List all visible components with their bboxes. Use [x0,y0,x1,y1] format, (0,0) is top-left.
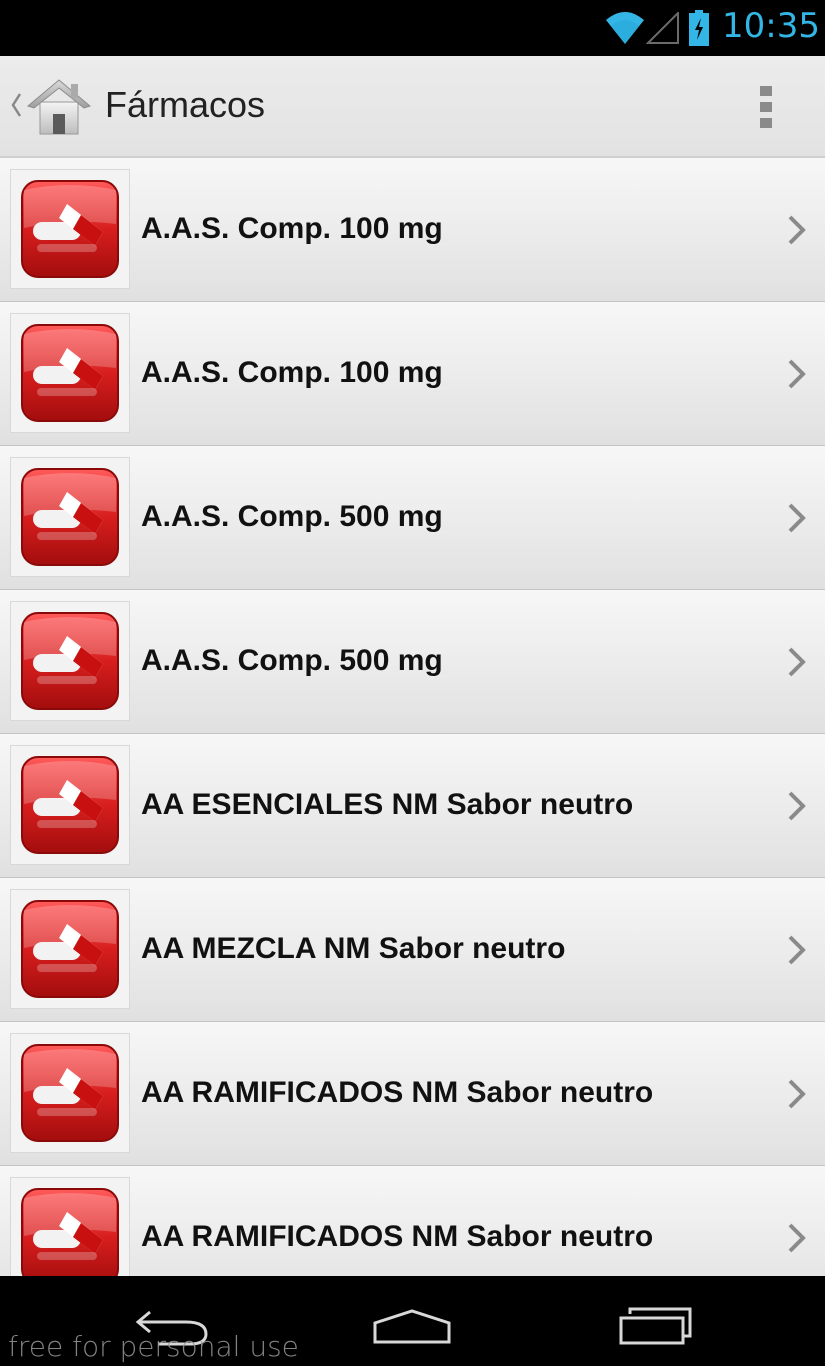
chevron-right-icon [786,214,808,251]
page-title: Fármacos [105,84,266,125]
chevron-right-icon [786,1078,808,1115]
list-item[interactable]: A.A.S. Comp. 500 mg [0,590,825,734]
drug-list[interactable]: A.A.S. Comp. 100 mg A.A.S. Comp. 100 mg … [0,158,825,1276]
screen: 10:35 Fármacos A.A.S. Comp. 100 mg A.A.S… [0,0,825,1366]
list-item-label: A.A.S. Comp. 100 mg [141,212,443,245]
chevron-right-icon [786,646,808,683]
chevron-right-icon [786,1222,808,1259]
list-item[interactable]: A.A.S. Comp. 100 mg [0,302,825,446]
list-item-label: A.A.S. Comp. 100 mg [141,356,443,389]
list-item-label: AA ESENCIALES NM Sabor neutro [141,788,634,821]
battery-charging-icon [688,10,710,51]
pill-capsule-icon [10,601,130,721]
list-item-label: AA RAMIFICADOS NM Sabor neutro [141,1220,654,1253]
recent-apps-icon[interactable] [618,1306,694,1351]
home-icon[interactable] [26,76,92,141]
list-item[interactable]: AA ESENCIALES NM Sabor neutro [0,734,825,878]
list-item-label: A.A.S. Comp. 500 mg [141,500,443,533]
pill-capsule-icon [10,457,130,577]
chevron-right-icon [786,358,808,395]
list-item[interactable]: A.A.S. Comp. 500 mg [0,446,825,590]
signal-icon [645,10,680,49]
back-icon[interactable] [134,1308,212,1353]
home-nav-icon[interactable] [372,1309,452,1350]
action-bar: Fármacos [0,56,825,158]
list-item[interactable]: AA RAMIFICADOS NM Sabor neutro [0,1022,825,1166]
pill-capsule-icon [10,745,130,865]
pill-capsule-icon [10,1033,130,1153]
chevron-right-icon [786,790,808,827]
clock: 10:35 [722,6,820,46]
overflow-menu-icon[interactable] [746,82,786,132]
status-bar: 10:35 [0,0,825,56]
chevron-right-icon [786,934,808,971]
pill-capsule-icon [10,313,130,433]
list-item[interactable]: AA RAMIFICADOS NM Sabor neutro [0,1166,825,1276]
pill-capsule-icon [10,1177,130,1276]
chevron-right-icon [786,502,808,539]
up-caret-icon[interactable] [10,92,22,123]
list-item[interactable]: AA MEZCLA NM Sabor neutro [0,878,825,1022]
pill-capsule-icon [10,889,130,1009]
wifi-icon [606,10,644,49]
list-item-label: AA RAMIFICADOS NM Sabor neutro [141,1076,654,1109]
list-item-label: A.A.S. Comp. 500 mg [141,644,443,677]
list-item-label: AA MEZCLA NM Sabor neutro [141,932,566,965]
navigation-bar [0,1276,825,1366]
pill-capsule-icon [10,169,130,289]
list-item[interactable]: A.A.S. Comp. 100 mg [0,158,825,302]
